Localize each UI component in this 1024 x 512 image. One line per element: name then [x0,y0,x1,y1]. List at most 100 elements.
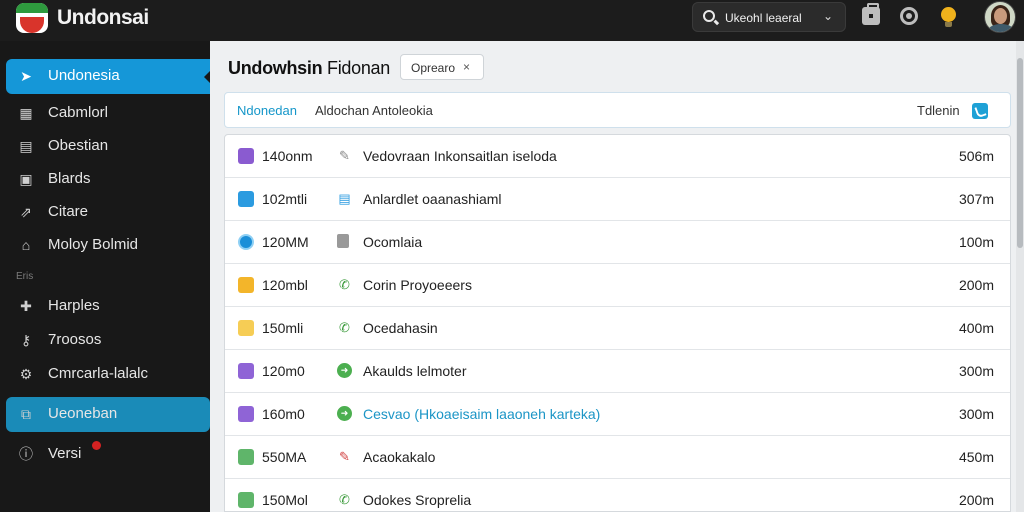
item-value: 506m [958,148,994,164]
sidebar-item-ueoneban[interactable]: ⧉ Ueoneban [6,397,210,432]
search-icon [703,10,715,22]
sidebar-item-citare[interactable]: ⇗ Citare [6,195,210,230]
sidebar-item-harples[interactable]: ✚ Harples [6,289,210,324]
folder-purple-icon [238,148,254,164]
item-size: 120MM [262,234,309,250]
item-name: Ocedahasin [363,320,438,336]
item-value: 300m [958,406,994,422]
list-item[interactable]: 140onm ✎ Vedovraan Inkonsaitlan iseloda … [225,135,1010,178]
info-text: Aldochan Antoleokia [315,103,433,118]
app-title: Undonsai [57,6,149,29]
folder-blue-icon [238,191,254,207]
key-icon: ⚷ [20,331,32,348]
calendar-icon: ▦ [19,104,33,121]
item-size: 150mli [262,320,304,336]
list-item[interactable]: 120mbl ✆ Corin Proyoeeers 200m [225,264,1010,307]
list-item[interactable]: 550MA ✎ Acaokakalo 450m [225,436,1010,479]
avatar[interactable] [984,1,1016,33]
arrow-circle-icon: ➜ [337,363,352,378]
list-item[interactable]: 150Mol ✆ Odokes Sroprelia 200m [225,479,1010,511]
folder-yellow-icon [238,320,254,336]
folder-gold-icon [238,277,254,293]
item-name: Corin Proyoeeers [363,277,472,293]
globe-icon [238,234,254,250]
sidebar-item-cmrcarla-lalalc[interactable]: ⚙ Cmrcarla-lalalc [6,357,210,392]
item-value: 200m [958,277,994,293]
chart-green-icon [238,449,254,465]
arrow-circle-icon: ➜ [337,406,352,421]
app-logo[interactable] [16,3,48,33]
chart-green-icon [238,492,254,508]
filter-chip-label: Oprearo [411,61,456,75]
folder-violet-icon [238,406,254,422]
scrollbar-thumb[interactable] [1017,58,1023,248]
sidebar-item-obestian[interactable]: ▤ Obestian [6,129,210,164]
item-size: 160m0 [262,406,305,422]
window-icon: ⧉ [21,405,31,422]
sidebar: ➤ Undonesia ▦ Cabmlorl ▤ Obestian ▣ Blar… [0,41,211,512]
info-icon: ⓘ [19,446,33,462]
page-title-light: Fidonan [327,58,390,78]
sidebar-section-label: Eris [16,271,34,282]
list-item[interactable]: 150mli ✆ Ocedahasin 400m [225,307,1010,350]
search-input[interactable]: Ukeohl leaeral ⌄ [692,2,846,32]
file-list: 140onm ✎ Vedovraan Inkonsaitlan iseloda … [224,134,1011,512]
info-bar: Ndonedan Aldochan Antoleokia Tdlenin [224,92,1011,128]
lightbulb-icon[interactable] [941,7,956,27]
document-list-icon: ▤ [338,190,351,206]
item-size: 150Mol [262,492,308,508]
sidebar-item-label: Moloy Bolmid [48,236,139,253]
folder-violet-icon [238,363,254,379]
help-icon[interactable] [900,7,918,25]
item-size: 140onm [262,148,313,164]
sidebar-item-label: Harples [48,297,100,314]
item-size: 550MA [262,449,307,465]
sidebar-item-blards[interactable]: ▣ Blards [6,162,210,197]
phone-icon[interactable] [972,103,988,119]
sidebar-item-moloy-bolmid[interactable]: ⌂ Moloy Bolmid [6,228,210,263]
top-bar: Undonsai Ukeohl leaeral ⌄ [0,0,1024,41]
item-name-link[interactable]: Cesvao (Hkoaeisaim laaoneh karteka) [363,406,600,422]
send-icon: ➤ [20,67,32,84]
item-name: Odokes Sroprelia [363,492,472,508]
sidebar-item-undonesia[interactable]: ➤ Undonesia [6,59,211,94]
sidebar-item-versi[interactable]: ⓘ Versi [6,437,210,472]
item-name: Akaulds lelmoter [363,363,467,379]
sidebar-item-label: Obestian [48,137,109,154]
pin-icon: ✎ [339,448,350,464]
item-value: 200m [958,492,994,508]
home-icon: ⌂ [21,237,31,253]
briefcase-icon[interactable] [862,3,880,25]
list-item[interactable]: 120m0 ➜ Akaulds lelmoter 300m [225,350,1010,393]
list-item[interactable]: 120MM Ocomlaia 100m [225,221,1010,264]
list-icon: ▤ [19,137,33,154]
phone-icon: ✆ [339,276,350,292]
filter-chip[interactable]: Oprearo × [400,54,484,80]
tag-icon: ✚ [20,297,32,314]
item-size: 120m0 [262,363,305,379]
chevron-down-icon[interactable]: ⌄ [823,9,833,23]
item-size: 102mtli [262,191,308,207]
search-value: Ukeohl leaeral [725,11,802,25]
page-title: Undowhsin Fidonan [228,58,390,79]
item-name: Vedovraan Inkonsaitlan iseloda [363,148,557,164]
item-size: 120mbl [262,277,308,293]
tools-icon: ⚙ [19,365,33,382]
item-value: 450m [958,449,994,465]
phone-icon: ✆ [339,491,350,507]
link-icon: ✎ [339,147,350,163]
sidebar-item-7roosos[interactable]: ⚷ 7roosos [6,323,210,358]
list-item[interactable]: 102mtli ▤ Anlardlet oaanashiaml 307m [225,178,1010,221]
sidebar-item-label: Blards [48,170,91,187]
share-icon: ⇗ [20,203,32,220]
list-item[interactable]: 160m0 ➜ Cesvao (Hkoaeisaim laaoneh karte… [225,393,1010,436]
info-highlight[interactable]: Ndonedan [237,103,297,118]
sidebar-item-label: Citare [48,203,89,220]
sidebar-item-label: Cabmlorl [48,104,109,121]
item-value: 307m [958,191,994,207]
item-name: Acaokakalo [363,449,436,465]
sidebar-item-label: Versi [48,445,82,462]
item-value: 100m [958,234,994,250]
sidebar-item-cabmlorl[interactable]: ▦ Cabmlorl [6,96,210,131]
close-icon[interactable]: × [463,60,470,74]
